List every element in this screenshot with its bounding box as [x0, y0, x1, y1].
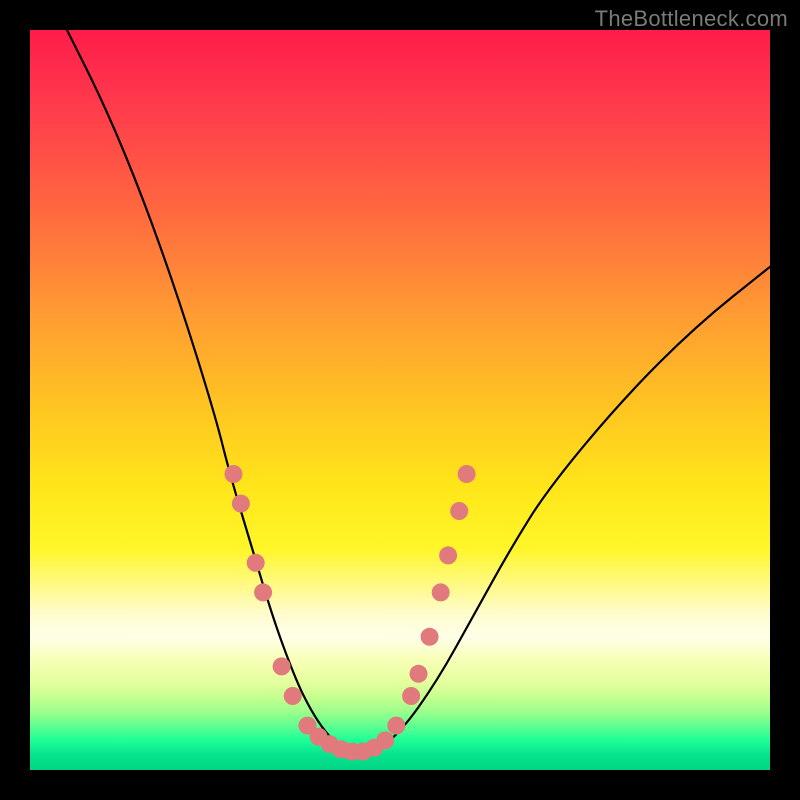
bottleneck-curve	[67, 30, 770, 755]
data-marker	[421, 628, 439, 646]
data-marker	[458, 465, 476, 483]
watermark-text: TheBottleneck.com	[595, 6, 788, 32]
data-marker	[254, 583, 272, 601]
data-marker	[402, 687, 420, 705]
data-marker	[225, 465, 243, 483]
plot-area	[30, 30, 770, 770]
data-marker	[284, 687, 302, 705]
data-marker	[432, 583, 450, 601]
chart-svg	[30, 30, 770, 770]
data-marker	[450, 502, 468, 520]
data-marker	[376, 731, 394, 749]
data-marker	[439, 546, 457, 564]
data-marker	[410, 665, 428, 683]
data-marker	[232, 495, 250, 513]
data-marker	[387, 717, 405, 735]
data-marker	[247, 554, 265, 572]
marker-group	[225, 465, 476, 761]
data-marker	[273, 657, 291, 675]
chart-frame: TheBottleneck.com	[0, 0, 800, 800]
